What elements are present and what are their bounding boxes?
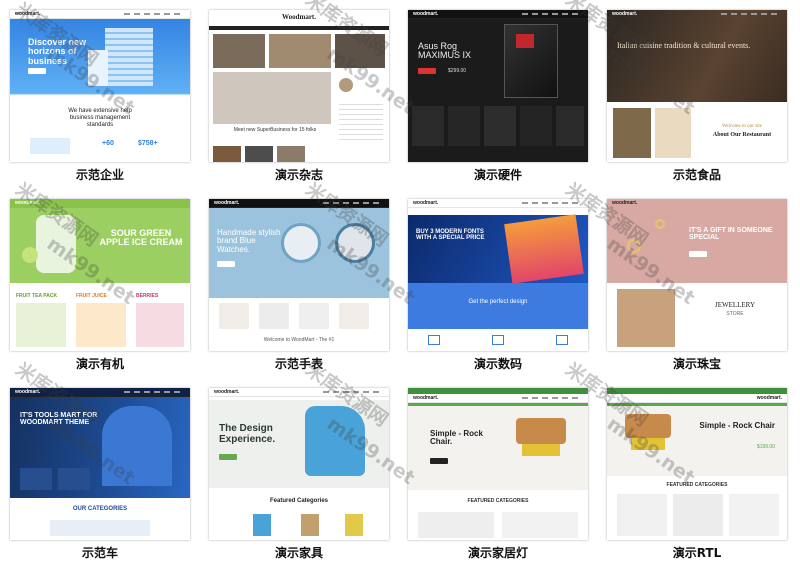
demo-caption: 演示RTL [672, 546, 722, 560]
section-title: Featured Categories [269, 498, 329, 504]
demo-caption: 演示数码 [473, 357, 522, 371]
brand-logo: woodmart. [413, 11, 439, 17]
stat-value: $758+ [138, 140, 158, 147]
brand-logo: woodmart. [214, 200, 240, 206]
hero-title: Asus Rog MAXIMUS IX [418, 41, 472, 61]
demo-thumbnail[interactable]: Woodmart. Meet new SuperBusiness for 15 … [209, 10, 389, 162]
demo-caption: 演示硬件 [473, 168, 522, 182]
demo-caption: 示范食品 [672, 168, 721, 182]
demo-caption: 演示杂志 [274, 168, 323, 182]
brand-logo: woodmart. [413, 200, 439, 206]
demo-thumbnail[interactable]: woodmart. Italian cuisine tradition & cu… [607, 10, 787, 162]
demo-grid: woodmart. Discover new horizons of busin… [0, 0, 800, 566]
demo-caption: 演示家具 [274, 546, 323, 560]
brand-logo: woodmart. [214, 389, 240, 395]
brand-logo: woodmart. [15, 11, 41, 17]
demo-caption: 演示珠宝 [672, 357, 721, 371]
demo-caption: 示范车 [81, 546, 118, 560]
hero-title: SOUR GREEN APPLE ICE CREAM [99, 228, 183, 248]
product-label: FRUIT TEA PACK [16, 293, 58, 299]
demo-thumbnail[interactable]: woodmart. Handmade stylish brand Blue Wa… [209, 199, 389, 351]
demo-caption: 演示家居灯 [467, 546, 528, 560]
demo-thumbnail[interactable]: woodmart. The Design Experience. Feature… [209, 388, 389, 540]
hero-title: Italian cuisine tradition & cultural eve… [617, 41, 751, 50]
product-label: FRUIT JUICE [76, 293, 107, 299]
stat-value: +60 [102, 140, 114, 147]
demo-thumbnail[interactable]: woodmart. Asus Rog MAXIMUS IX $299.00 [408, 10, 588, 162]
welcome-text: Welcome to WoodMart - The #1 [263, 337, 335, 343]
section-title: FEATURED CATEGORIES [666, 482, 728, 488]
section-title: FEATURED CATEGORIES [467, 498, 529, 504]
section-title: JEWELLERY [714, 301, 756, 309]
brand-logo: woodmart. [756, 395, 782, 401]
brand-logo: woodmart. [612, 200, 638, 206]
hero-title: IT'S TOOLS MART FOR WOODMART THEME [20, 412, 98, 427]
brand-logo: woodmart. [612, 11, 638, 17]
brand-logo: woodmart. [413, 395, 439, 401]
article-title: Meet new SuperBusiness for 15 folks [233, 127, 317, 133]
hero-title: Discover new horizons of business [28, 37, 87, 66]
demo-caption: 示范手表 [274, 357, 323, 371]
demo-caption: 演示有机 [75, 357, 124, 371]
section-subtitle: STORE [726, 311, 744, 317]
demo-thumbnail[interactable]: woodmart. Simple - Rock Chair $199.00 FE… [607, 388, 787, 540]
section-text: Get the perfect design [468, 299, 528, 305]
price: $199.00 [756, 444, 775, 450]
hero-title: The Design Experience. [219, 423, 276, 445]
brand-logo: woodmart. [15, 389, 41, 395]
hero-title: Simple - Rock Chair [699, 421, 775, 430]
demo-caption: 示范企业 [75, 168, 124, 182]
brand-logo: woodmart. [15, 200, 41, 206]
demo-thumbnail[interactable]: woodmart. SOUR GREEN APPLE ICE CREAM FRU… [10, 199, 190, 351]
section-title: OUR CATEGORIES [72, 506, 128, 512]
section-text: We have extensive help business manageme… [68, 108, 132, 129]
demo-thumbnail[interactable]: woodmart. Discover new horizons of busin… [10, 10, 190, 162]
hero-title: Simple - Rock Chair. [430, 429, 483, 447]
product-label: BERRIES [136, 293, 159, 299]
hero-title: Handmade stylish brand Blue Watches. [217, 228, 281, 254]
price: $299.00 [448, 68, 467, 74]
demo-thumbnail[interactable]: woodmart. BUY 3 MODERN FONTS WITH A SPEC… [408, 199, 588, 351]
welcome-text: Welcome to our site [721, 124, 762, 129]
hero-title: IT'S A GIFT IN SOMEONE SPECIAL [689, 227, 773, 242]
hero-title: Woodmart. [281, 13, 317, 21]
hero-title: BUY 3 MODERN FONTS WITH A SPECIAL PRICE [416, 229, 485, 242]
section-title: About Our Restaurant [712, 132, 772, 138]
demo-thumbnail[interactable]: woodmart. IT'S A GIFT IN SOMEONE SPECIAL… [607, 199, 787, 351]
demo-thumbnail[interactable]: woodmart. IT'S TOOLS MART FOR WOODMART T… [10, 388, 190, 540]
demo-thumbnail[interactable]: woodmart. Simple - Rock Chair. FEATURED … [408, 388, 588, 540]
